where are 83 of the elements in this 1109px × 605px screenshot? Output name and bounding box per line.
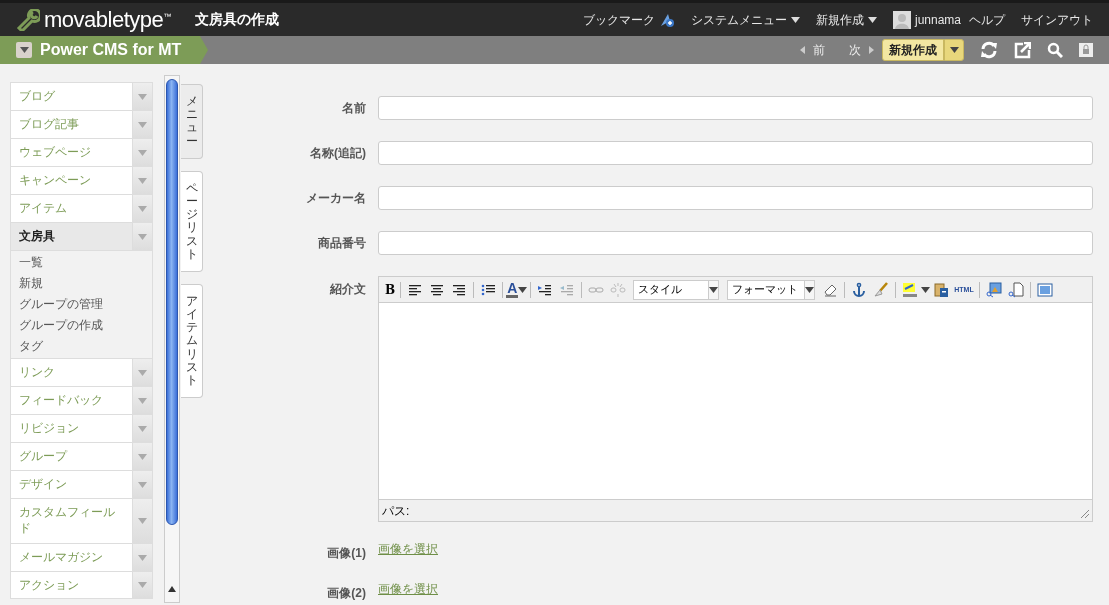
header-menu-link[interactable]: ヘルプ [969,10,1005,29]
submenu-item[interactable]: タグ [11,336,152,357]
header-menu-link[interactable]: システムメニュー [690,10,800,29]
expand-icon [138,481,147,488]
field-label: 紹介文 [329,281,367,298]
page-title: 文房具の作成 [195,10,280,29]
caret-icon [921,286,931,293]
insert-image-icon[interactable] [985,281,1002,298]
caret-icon [19,47,29,53]
bold-button[interactable]: B [383,280,398,299]
wrench-icon [16,8,40,31]
header-menu-link[interactable]: junnama [892,10,961,29]
scroll-up-icon[interactable] [168,586,176,592]
caret-icon [709,286,719,293]
path-bar: パス: [379,499,1092,521]
external-link-icon[interactable] [1014,41,1031,59]
refresh-icon[interactable] [980,41,998,59]
next-link[interactable]: 次 [849,41,874,59]
expand-icon [138,205,147,212]
spellcheck-icon[interactable] [902,281,919,298]
expand-icon [138,425,147,432]
expand-icon [138,93,147,100]
field-label: 画像(1) [326,545,367,562]
expand-icon [138,177,147,184]
lock-icon[interactable] [1079,43,1093,57]
header-menu-link[interactable]: サインアウト [1021,10,1093,29]
style-select[interactable]: スタイル [633,279,720,300]
previous-link[interactable]: 前 [800,41,825,59]
format-select[interactable]: フォーマット [727,279,816,300]
expand-icon [138,397,147,404]
field-label: メーカー名 [305,190,367,207]
site-menu-button[interactable] [16,42,32,58]
paste-word-icon[interactable] [933,281,950,298]
text-field[interactable] [378,186,1093,210]
fullscreen-icon[interactable] [1036,281,1053,298]
submenu-item[interactable]: 一覧 [11,252,152,273]
caret-icon [949,47,959,53]
search-icon[interactable] [1047,42,1063,58]
header-menu-link[interactable]: 新規作成 [815,10,877,29]
field-label: 名前 [341,100,367,117]
arrow-left-icon [800,46,805,54]
side-tab[interactable]: ページリスト [181,170,203,272]
scrollbar-thumb[interactable] [166,79,178,525]
field-label: 名称(追記) [309,145,367,162]
expand-icon [138,233,147,240]
header-menu-link[interactable]: ブックマーク [582,10,675,29]
expand-icon [138,149,147,156]
trademark-mark: ™ [163,10,172,23]
field-label: 商品番号 [317,235,367,252]
submenu-item[interactable]: 新規 [11,273,152,294]
create-new-button[interactable]: 新規作成 [882,39,944,61]
caret-icon [867,16,877,23]
anchor-icon[interactable] [851,281,868,298]
expand-icon [138,554,147,561]
scrollbar[interactable] [164,75,180,603]
site-name: Power CMS for MT [40,40,182,60]
insert-file-icon[interactable] [1007,281,1024,298]
expand-icon [138,518,147,524]
arrow-right-icon [869,46,874,54]
caret-icon [518,286,528,293]
text-field[interactable] [378,96,1093,120]
select-image-link[interactable]: 画像を選択 [378,582,438,596]
submenu-item[interactable]: グループの管理 [11,294,152,315]
brush-icon[interactable] [873,281,890,298]
logo-text: movabletype [44,8,164,31]
side-tab[interactable]: アイテムリスト [181,283,203,399]
create-menu-button[interactable] [944,39,964,61]
field-label: 画像(2) [326,585,367,602]
select-image-link[interactable]: 画像を選択 [378,542,438,556]
expand-icon [138,369,147,376]
text-field[interactable] [378,141,1093,165]
caret-icon [790,16,800,23]
expand-icon [138,582,147,588]
bookmark-add-icon [658,12,675,27]
expand-icon [138,121,147,128]
caret-icon [805,286,815,293]
text-field[interactable] [378,231,1093,255]
side-tab[interactable]: メニュー [181,84,203,159]
avatar-icon [892,10,911,29]
sidebar-item[interactable]: 文房具 [10,222,153,250]
resize-grip-icon[interactable] [1081,510,1089,518]
submenu-item[interactable]: グループの作成 [11,315,152,336]
expand-icon [138,453,147,460]
